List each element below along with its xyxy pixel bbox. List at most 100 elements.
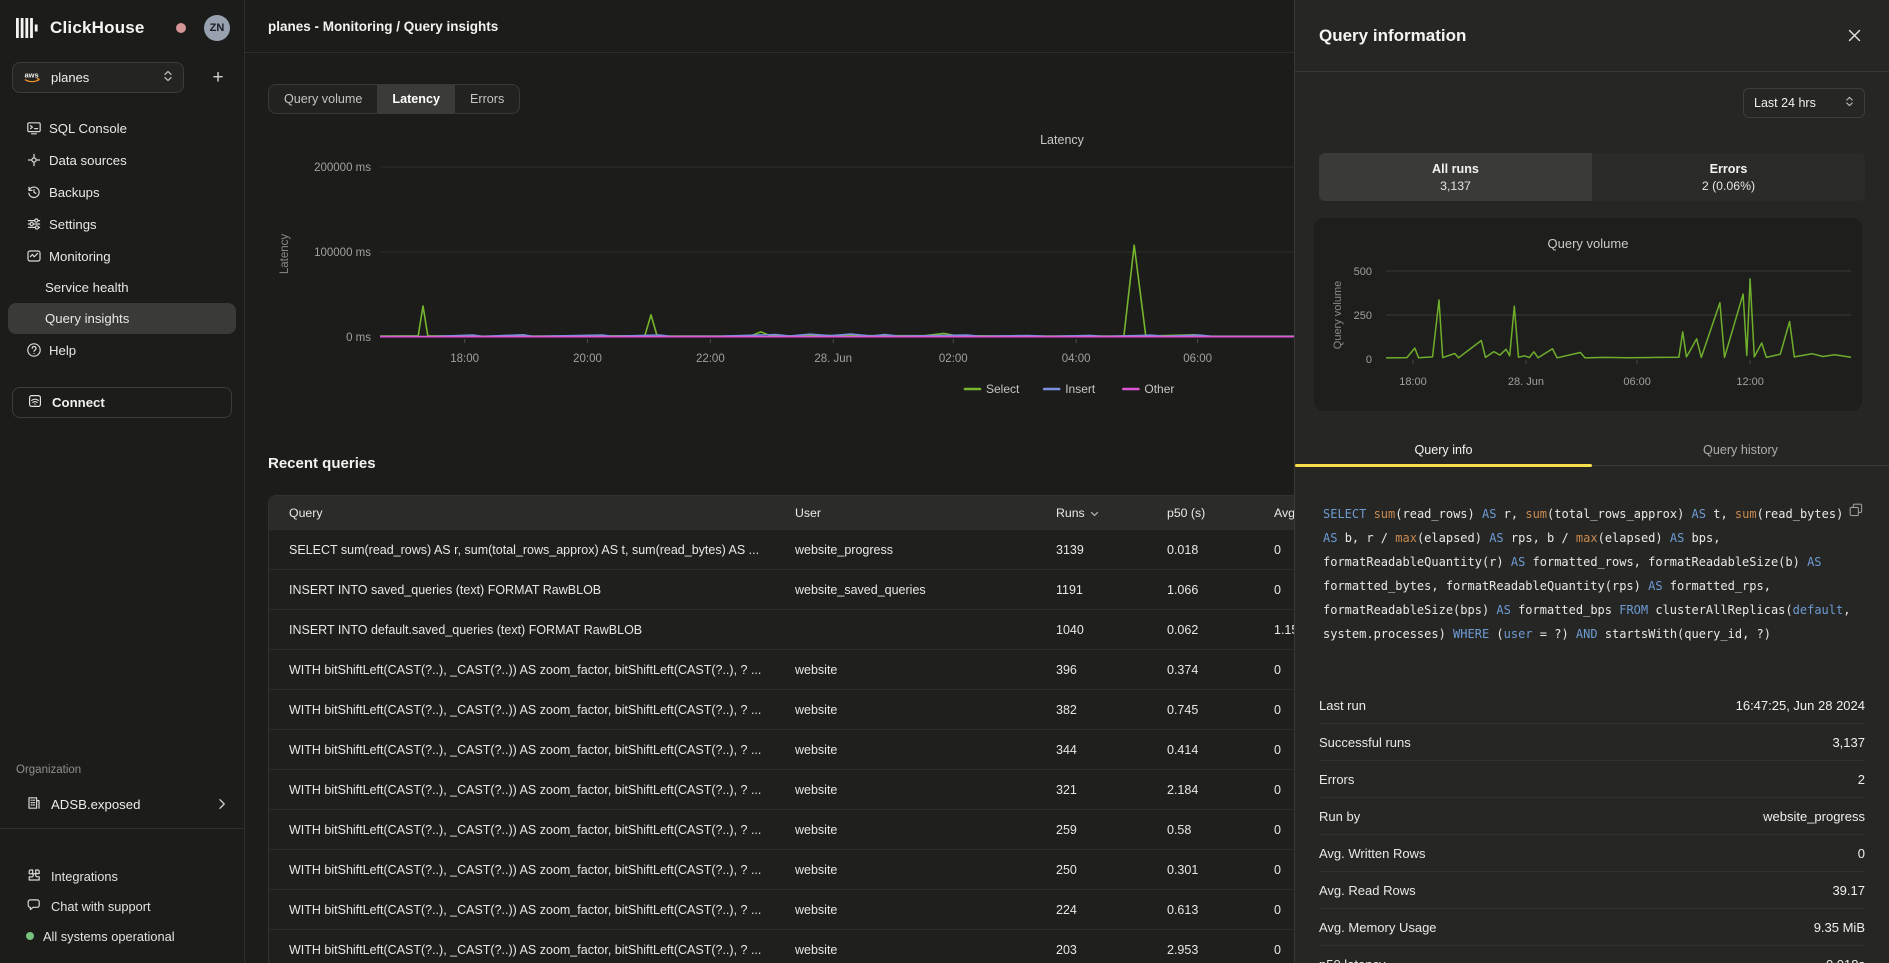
- sidebar-item-all-systems-operational[interactable]: All systems operational: [8, 921, 236, 951]
- chart-tabs: Query volumeLatencyErrors: [268, 84, 520, 114]
- avg-cell: 0: [1274, 583, 1294, 597]
- sidebar-item-label: Service health: [45, 280, 129, 295]
- svg-text:500: 500: [1354, 266, 1372, 278]
- query-cell: WITH bitShiftLeft(CAST(?..), _CAST(?..))…: [269, 863, 795, 877]
- sidebar-item-data-sources[interactable]: Data sources: [8, 144, 236, 176]
- tab-latency[interactable]: Latency: [377, 85, 455, 113]
- sidebar-item-label: Help: [49, 343, 76, 358]
- svg-text:Other: Other: [1144, 382, 1174, 396]
- avg-cell: 0: [1274, 783, 1294, 797]
- main-header: planes - Monitoring / Query insights: [245, 0, 1294, 53]
- svg-text:06:00: 06:00: [1623, 376, 1651, 388]
- table-row[interactable]: WITH bitShiftLeft(CAST(?..), _CAST(?..))…: [269, 729, 1294, 769]
- app-window: ClickHouse ZN aws planes: [0, 0, 1889, 963]
- organization-item[interactable]: ADSB.exposed: [8, 788, 236, 820]
- tab-query-history[interactable]: Query history: [1592, 435, 1889, 465]
- runs-cell: 259: [1056, 823, 1167, 837]
- sidebar: ClickHouse ZN aws planes: [0, 0, 245, 963]
- query-cell: WITH bitShiftLeft(CAST(?..), _CAST(?..))…: [269, 823, 795, 837]
- avg-cell: 0: [1274, 703, 1294, 717]
- table-body: SELECT sum(read_rows) AS r, sum(total_ro…: [269, 529, 1294, 963]
- close-icon[interactable]: [1844, 25, 1865, 46]
- p50-cell: 2.953: [1167, 943, 1274, 957]
- tab-query-volume[interactable]: Query volume: [269, 85, 377, 113]
- sidebar-item-chat-with-support[interactable]: Chat with support: [8, 891, 236, 921]
- sidebar-item-sql-console[interactable]: SQL Console: [8, 112, 236, 144]
- segment-value: 3,137: [1440, 179, 1471, 193]
- monitoring-icon: [26, 248, 42, 264]
- segment-all-runs[interactable]: All runs 3,137: [1319, 153, 1592, 201]
- stat-value: website_progress: [1763, 809, 1865, 824]
- stat-label: Avg. Read Rows: [1319, 883, 1416, 898]
- sidebar-item-service-health[interactable]: Service health: [8, 272, 236, 303]
- table-row[interactable]: WITH bitShiftLeft(CAST(?..), _CAST(?..))…: [269, 929, 1294, 963]
- table-row[interactable]: WITH bitShiftLeft(CAST(?..), _CAST(?..))…: [269, 889, 1294, 929]
- stat-value: 16:47:25, Jun 28 2024: [1736, 698, 1865, 713]
- avatar[interactable]: ZN: [204, 15, 230, 41]
- tab-errors[interactable]: Errors: [455, 85, 519, 113]
- svg-text:20:00: 20:00: [573, 353, 602, 365]
- stat-label: Avg. Written Rows: [1319, 846, 1425, 861]
- avg-cell: 0: [1274, 903, 1294, 917]
- add-service-button[interactable]: +: [204, 64, 232, 92]
- time-range-select[interactable]: Last 24 hrs: [1743, 88, 1865, 118]
- sidebar-item-monitoring[interactable]: Monitoring: [8, 240, 236, 272]
- query-cell: WITH bitShiftLeft(CAST(?..), _CAST(?..))…: [269, 783, 795, 797]
- table-row[interactable]: WITH bitShiftLeft(CAST(?..), _CAST(?..))…: [269, 809, 1294, 849]
- service-selector[interactable]: aws planes: [12, 62, 184, 93]
- p50-cell: 0.613: [1167, 903, 1274, 917]
- logo-text: ClickHouse: [50, 18, 145, 38]
- organization-name: ADSB.exposed: [51, 797, 140, 812]
- svg-text:02:00: 02:00: [939, 353, 968, 365]
- p50-cell: 1.066: [1167, 583, 1274, 597]
- svg-text:100000 ms: 100000 ms: [314, 247, 371, 259]
- panel-title: Query information: [1319, 26, 1466, 46]
- sidebar-item-settings[interactable]: Settings: [8, 208, 236, 240]
- svg-text:04:00: 04:00: [1062, 353, 1091, 365]
- runs-cell: 1040: [1056, 623, 1167, 637]
- column-header-p50-s[interactable]: p50 (s): [1167, 506, 1274, 520]
- svg-text:250: 250: [1354, 310, 1372, 322]
- p50-cell: 0.414: [1167, 743, 1274, 757]
- panel-header: Query information: [1295, 0, 1889, 72]
- user-cell: website: [795, 783, 1056, 797]
- sidebar-item-backups[interactable]: Backups: [8, 176, 236, 208]
- sql-line: formatReadableSize(bps) AS formatted_bps…: [1323, 598, 1869, 622]
- sidebar-item-integrations[interactable]: Integrations: [8, 861, 236, 891]
- query-cell: WITH bitShiftLeft(CAST(?..), _CAST(?..))…: [269, 903, 795, 917]
- segment-label: All runs: [1432, 162, 1479, 176]
- svg-text:28. Jun: 28. Jun: [1508, 376, 1544, 388]
- connect-button[interactable]: Connect: [12, 387, 232, 418]
- column-header-user[interactable]: User: [795, 506, 1056, 520]
- stat-label: p50 latency: [1319, 957, 1386, 963]
- p50-cell: 2.184: [1167, 783, 1274, 797]
- user-cell: website: [795, 663, 1056, 677]
- avg-cell: 0: [1274, 943, 1294, 957]
- sidebar-item-label: Settings: [49, 217, 97, 232]
- sidebar-item-help[interactable]: Help: [8, 334, 236, 366]
- segment-errors[interactable]: Errors 2 (0.06%): [1592, 153, 1865, 201]
- svg-text:Latency: Latency: [1040, 133, 1085, 147]
- table-row[interactable]: INSERT INTO default.saved_queries (text)…: [269, 609, 1294, 649]
- column-header-runs[interactable]: Runs: [1056, 506, 1167, 520]
- sidebar-footer: IntegrationsChat with supportAll systems…: [8, 861, 236, 951]
- sidebar-item-query-insights[interactable]: Query insights: [8, 303, 236, 334]
- copy-icon[interactable]: [1849, 503, 1863, 520]
- table-row[interactable]: INSERT INTO saved_queries (text) FORMAT …: [269, 569, 1294, 609]
- stat-row-successful-runs: Successful runs 3,137: [1319, 724, 1865, 761]
- user-cell: website_progress: [795, 543, 1056, 557]
- user-cell: website: [795, 943, 1056, 957]
- sidebar-item-label: Query insights: [45, 311, 129, 326]
- table-row[interactable]: WITH bitShiftLeft(CAST(?..), _CAST(?..))…: [269, 649, 1294, 689]
- table-row[interactable]: SELECT sum(read_rows) AS r, sum(total_ro…: [269, 529, 1294, 569]
- service-selector-row: aws planes +: [12, 62, 232, 93]
- table-row[interactable]: WITH bitShiftLeft(CAST(?..), _CAST(?..))…: [269, 689, 1294, 729]
- sidebar-divider: [0, 828, 244, 829]
- table-row[interactable]: WITH bitShiftLeft(CAST(?..), _CAST(?..))…: [269, 769, 1294, 809]
- table-row[interactable]: WITH bitShiftLeft(CAST(?..), _CAST(?..))…: [269, 849, 1294, 889]
- column-header-query[interactable]: Query: [269, 506, 795, 520]
- column-header-avg[interactable]: Avg.: [1274, 506, 1294, 520]
- tab-query-info[interactable]: Query info: [1295, 435, 1592, 465]
- notification-dot-icon[interactable]: [176, 23, 186, 33]
- sidebar-item-label: Monitoring: [49, 249, 111, 264]
